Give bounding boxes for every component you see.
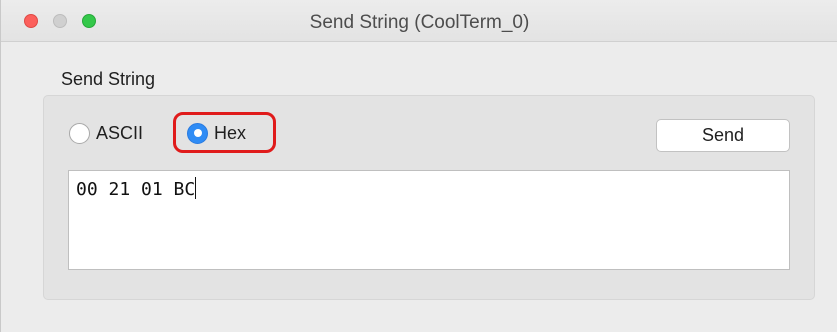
send-string-input[interactable]: 00 21 01 BC <box>68 170 790 270</box>
radio-button-icon <box>69 122 90 144</box>
send-button[interactable]: Send <box>656 119 790 152</box>
ascii-radio[interactable]: ASCII <box>69 121 143 145</box>
hex-radio[interactable]: Hex <box>187 121 246 145</box>
group-label: Send String <box>61 69 156 89</box>
window-title: Send String (CoolTerm_0) <box>309 12 530 33</box>
hex-radio-label: Hex <box>214 122 247 143</box>
ascii-radio-label: ASCII <box>96 122 144 143</box>
radio-button-selected-icon <box>187 122 208 144</box>
send-string-window: Send String (CoolTerm_0) Send String ASC… <box>0 0 837 332</box>
text-caret <box>195 177 197 199</box>
title-bar: Send String (CoolTerm_0) <box>1 0 837 42</box>
input-text: 00 21 01 BC <box>76 179 196 200</box>
